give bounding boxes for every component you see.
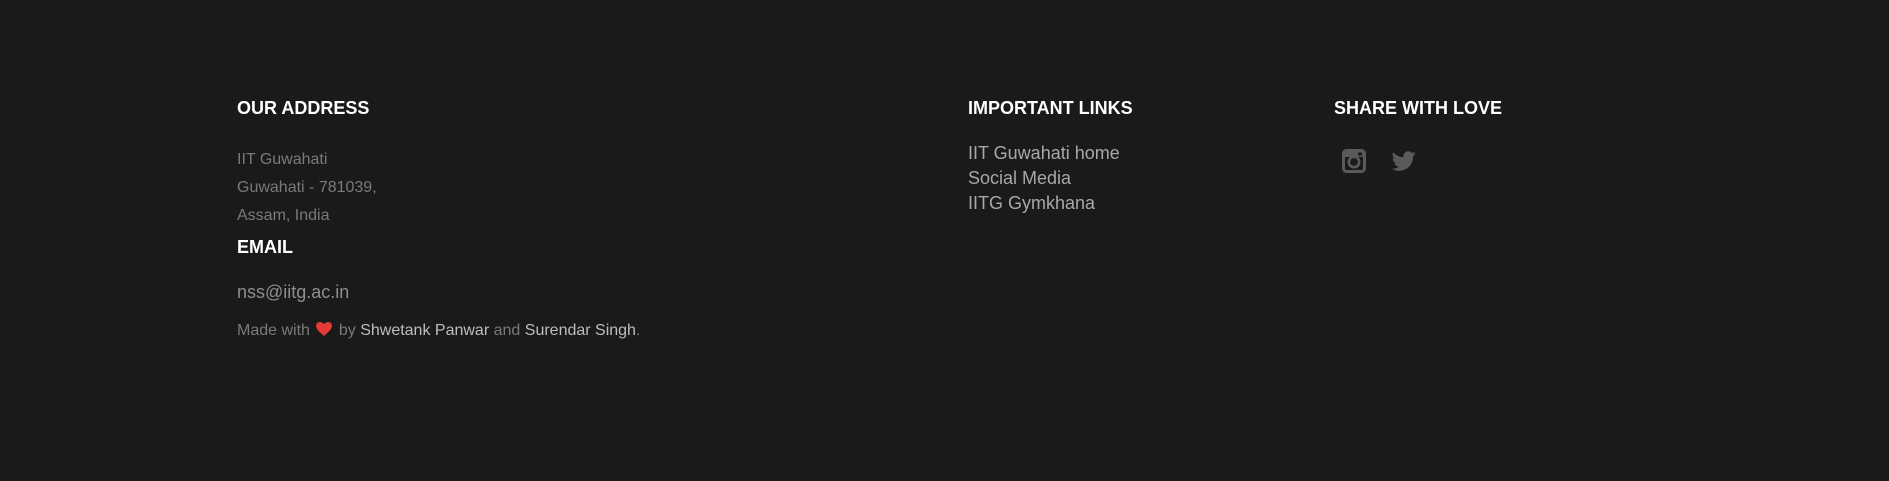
important-links-column: IMPORTANT LINKS IIT Guwahati home Social… — [968, 97, 1298, 232]
credits-and: and — [493, 322, 521, 339]
email-link[interactable]: nss@iitg.ac.in — [237, 281, 797, 303]
twitter-icon — [1391, 151, 1416, 171]
heart-icon — [316, 322, 333, 336]
list-item: Social Media — [968, 166, 1298, 191]
address-block: IIT Guwahati Guwahati - 781039, Assam, I… — [237, 146, 797, 230]
author-link-surendar[interactable]: Surendar Singh — [525, 322, 636, 339]
address-line: Assam, India — [237, 207, 330, 224]
address-line: IIT Guwahati — [237, 151, 328, 168]
email-heading: EMAIL — [237, 237, 293, 257]
share-column: SHARE WITH LOVE — [1334, 97, 1634, 175]
credits-line: Made with by Shwetank Panwar and Surenda… — [237, 320, 797, 342]
list-item: IITG Gymkhana — [968, 191, 1298, 216]
twitter-link[interactable] — [1391, 149, 1418, 175]
list-item: IIT Guwahati home — [968, 141, 1298, 166]
link-social-media[interactable]: Social Media — [968, 168, 1071, 188]
link-iit-guwahati-home[interactable]: IIT Guwahati home — [968, 143, 1120, 163]
links-list: IIT Guwahati home Social Media IITG Gymk… — [968, 141, 1298, 216]
instagram-link[interactable] — [1342, 149, 1368, 175]
credits-by: by — [338, 322, 356, 339]
address-line: Guwahati - 781039, — [237, 179, 377, 196]
address-column: OUR ADDRESS IIT Guwahati Guwahati - 7810… — [237, 97, 797, 342]
address-heading: OUR ADDRESS — [237, 98, 370, 118]
author-link-shwetank[interactable]: Shwetank Panwar — [360, 322, 489, 339]
link-iitg-gymkhana[interactable]: IITG Gymkhana — [968, 193, 1095, 213]
links-heading: IMPORTANT LINKS — [968, 98, 1133, 118]
instagram-icon — [1342, 149, 1366, 173]
credits-suffix: . — [635, 322, 641, 339]
credits-prefix: Made with — [237, 322, 310, 339]
social-icons — [1334, 149, 1634, 175]
site-footer: OUR ADDRESS IIT Guwahati Guwahati - 7810… — [0, 0, 1889, 481]
share-heading: SHARE WITH LOVE — [1334, 98, 1503, 118]
